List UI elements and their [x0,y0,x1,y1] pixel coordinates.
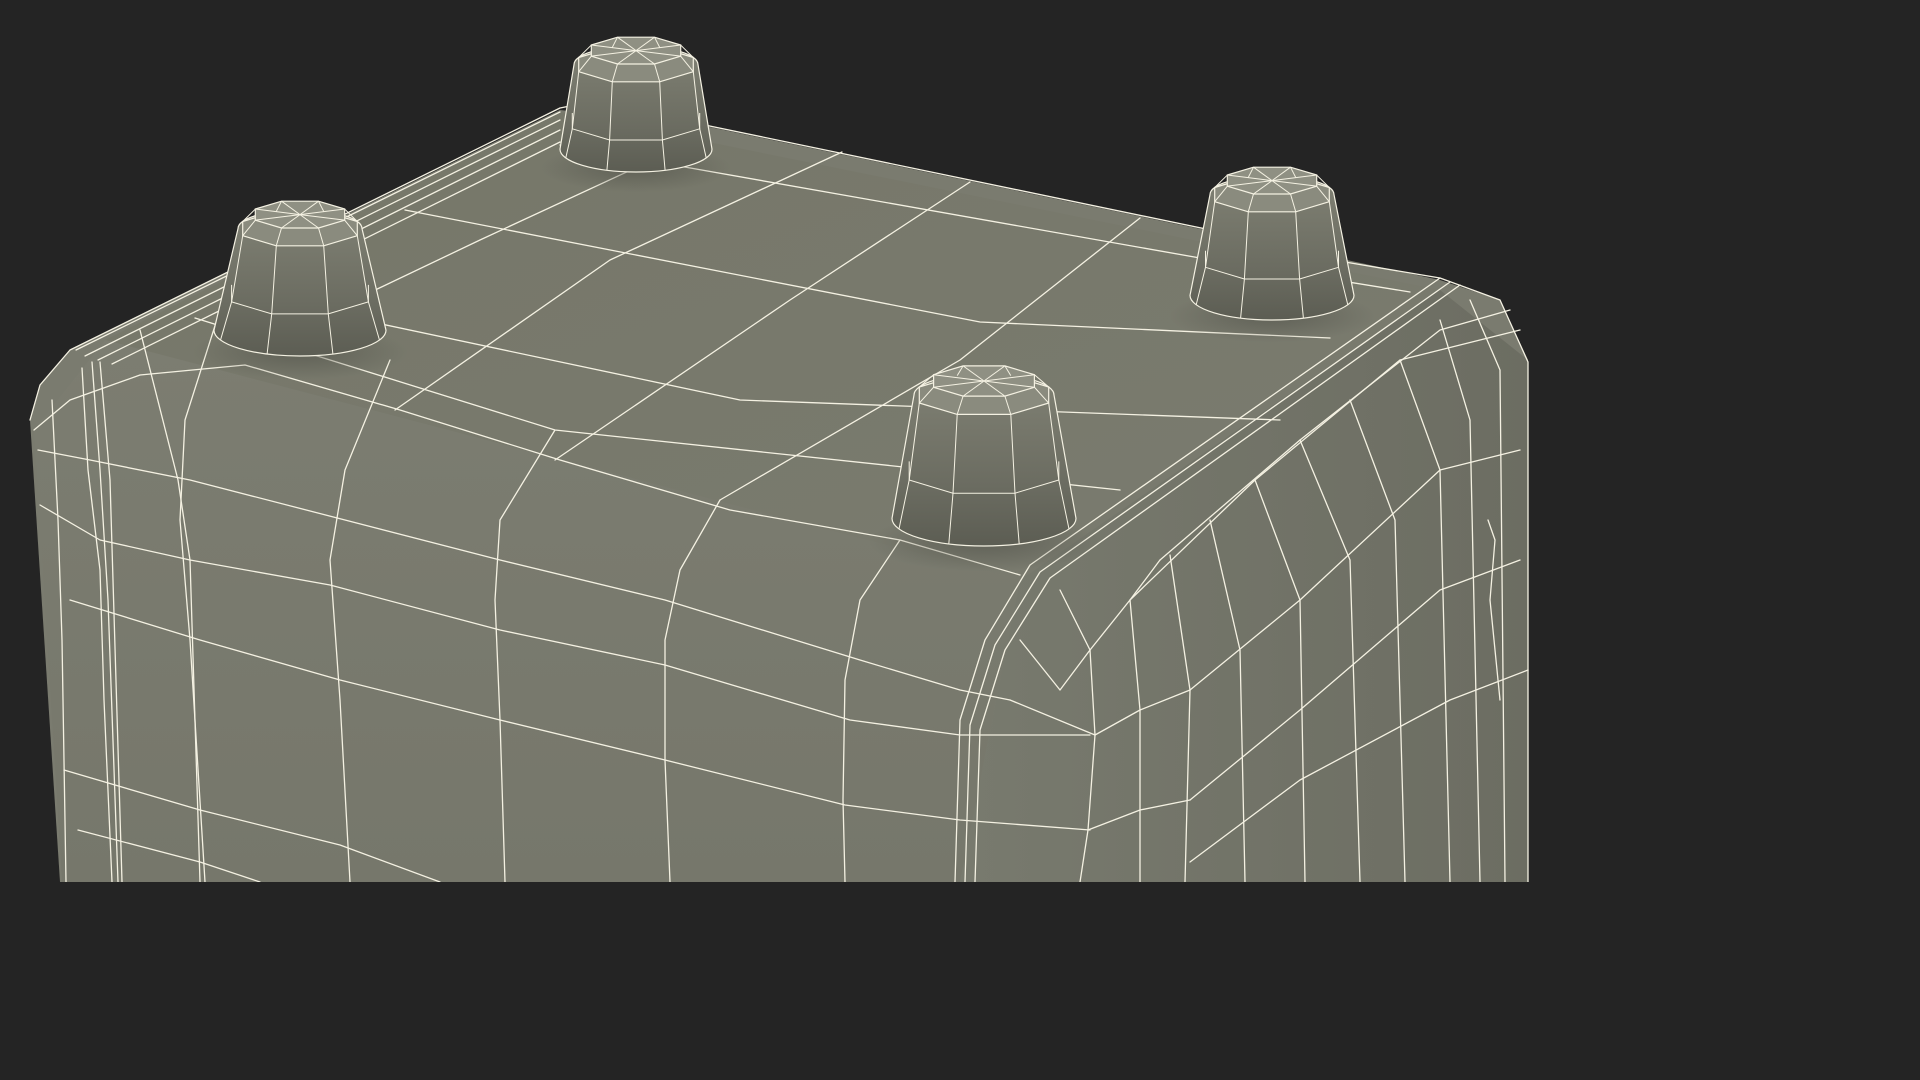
foot-3 [1169,166,1375,343]
3d-viewport [0,0,1568,882]
foot-1 [541,36,731,193]
wireframe-render [29,36,1529,882]
